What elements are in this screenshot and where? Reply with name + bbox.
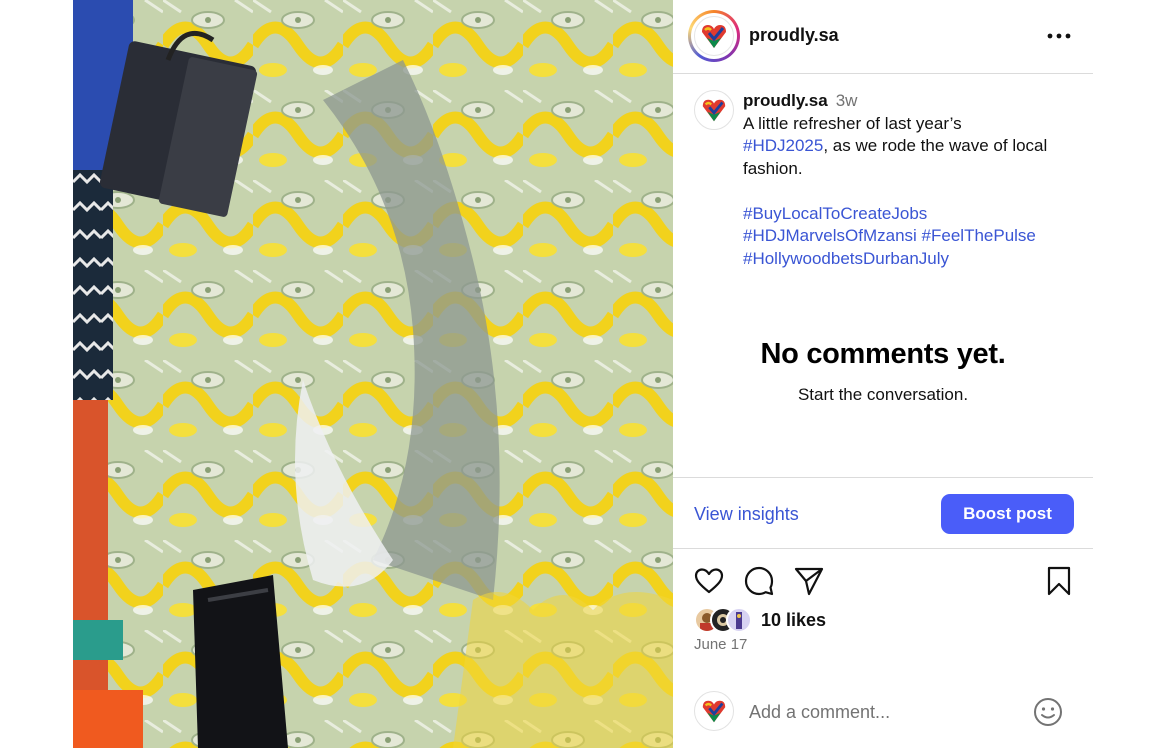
caption-username[interactable]: proudly.sa	[743, 91, 828, 110]
proudly-sa-logo	[702, 99, 726, 122]
caption-hashtags: #BuyLocalToCreateJobs #HDJMarvelsOfMzans…	[743, 203, 1083, 271]
commenter-avatar	[694, 691, 734, 731]
hashtag-buylocal[interactable]: #BuyLocalToCreateJobs	[743, 204, 927, 223]
post-time[interactable]: 3w	[836, 91, 858, 110]
heart-icon[interactable]	[693, 565, 725, 597]
post-detail-panel: proudly.sa proudly.sa 3w A little refresh…	[673, 0, 1093, 748]
insights-bar: View insights Boost post	[673, 477, 1093, 549]
no-comments-title: No comments yet.	[760, 338, 1006, 370]
post-date: June 17	[694, 636, 748, 653]
emoji-icon[interactable]	[1033, 697, 1063, 727]
add-comment-input[interactable]	[749, 699, 1019, 725]
post-header: proudly.sa	[673, 0, 1093, 74]
liker-avatar	[726, 607, 752, 633]
header-avatar[interactable]	[688, 10, 740, 62]
liked-by-avatars[interactable]	[694, 607, 754, 633]
caption-avatar[interactable]	[694, 90, 734, 130]
header-username[interactable]: proudly.sa	[749, 25, 839, 46]
bookmark-icon[interactable]	[1043, 565, 1075, 597]
post-photo[interactable]	[73, 0, 673, 748]
hashtag-marvels[interactable]: #HDJMarvelsOfMzansi	[743, 226, 917, 245]
likes-count[interactable]: 10 likes	[761, 610, 826, 631]
boost-post-button[interactable]: Boost post	[941, 494, 1074, 534]
proudly-sa-logo	[694, 16, 734, 56]
hashtag-hdj2025[interactable]: #HDJ2025	[743, 136, 823, 155]
caption-line-1: A little refresher of last year’s	[743, 113, 962, 133]
no-comments-subtitle: Start the conversation.	[797, 385, 969, 404]
send-icon[interactable]	[793, 565, 825, 597]
hashtag-durbanjuly[interactable]: #HollywoodbetsDurbanJuly	[743, 249, 949, 268]
hashtag-feelthepulse[interactable]: #FeelThePulse	[922, 226, 1036, 245]
proudly-sa-logo	[702, 700, 726, 723]
comment-icon[interactable]	[743, 565, 775, 597]
post-caption: proudly.sa 3w A little refresher of last …	[743, 90, 1083, 270]
caption-text: A little refresher of last year’s #HDJ20…	[743, 113, 1083, 181]
more-horizontal-icon[interactable]	[1045, 22, 1073, 50]
post-image-graphic	[73, 0, 673, 748]
view-insights-link[interactable]: View insights	[694, 504, 799, 525]
